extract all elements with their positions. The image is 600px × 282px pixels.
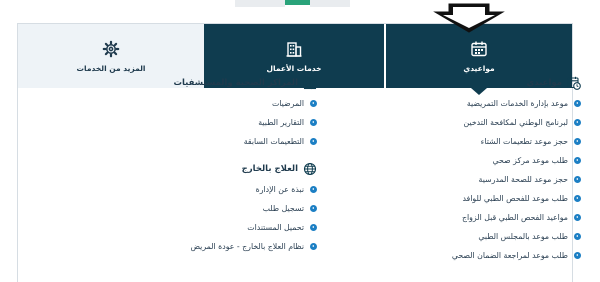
list-item[interactable]: لبرنامج الوطني لمكافحة التدخين [351, 113, 581, 132]
health-centers-list: المرضيات التقارير الطبية التطعيمات الساب… [87, 94, 317, 151]
list-item-label: نبذة عن الإدارة [255, 185, 304, 194]
tab-label: المزيد من الخدمات [76, 63, 146, 73]
chevron-icon [310, 186, 317, 193]
tab-label: خدمات الأعمال [266, 63, 322, 73]
building-icon [286, 41, 302, 57]
list-item[interactable]: تحميل المستندات [87, 218, 317, 237]
section-title: العلاج بالخارج [87, 161, 317, 177]
list-item-label: تحميل المستندات [247, 223, 304, 232]
list-item[interactable]: تسجيل طلب [87, 199, 317, 218]
chevron-icon [310, 119, 317, 126]
calendar-clock-icon [567, 76, 581, 90]
list-item-label: المرضيات [271, 99, 304, 108]
abroad-list: نبذة عن الإدارة تسجيل طلب تحميل المستندا… [87, 180, 317, 256]
chevron-icon [310, 138, 317, 145]
section-title: المراكز الصحية والمستشفيات [87, 75, 317, 91]
chevron-icon [574, 119, 581, 126]
list-item-label: تسجيل طلب [262, 204, 304, 213]
list-item[interactable]: حجز موعد للصحة المدرسية [351, 170, 581, 189]
list-item[interactable]: المرضيات [87, 94, 317, 113]
list-item-label: التطعيمات السابقة [243, 137, 304, 146]
section-title-text: العلاج بالخارج [241, 164, 298, 174]
chevron-icon [310, 224, 317, 231]
section-title-text: المراكز الصحية والمستشفيات [173, 78, 298, 88]
health-services-section: المراكز الصحية والمستشفيات المرضيات التق… [87, 75, 317, 256]
list-item-label: مواعيد الفحص الطبي قبل الزواج [461, 213, 568, 222]
list-item[interactable]: موعد بإدارة الخدمات التمريضية [351, 94, 581, 113]
chevron-icon [574, 252, 581, 259]
list-item[interactable]: طلب موعد للفحص الطبي للوافد [351, 189, 581, 208]
list-item-label: التقارير الطبية [258, 118, 304, 127]
list-item-label: نظام العلاج بالخارج - عودة المريض [190, 242, 304, 251]
list-item-label: موعد بإدارة الخدمات التمريضية [466, 99, 568, 108]
down-arrow-icon [433, 3, 505, 33]
appointments-section: مواعيدي موعد بإدارة الخدمات التمريضية لب… [351, 75, 581, 265]
list-item[interactable]: حجز موعد تطعيمات الشتاء [351, 132, 581, 151]
gear-icon [102, 40, 120, 57]
chevron-icon [574, 176, 581, 183]
list-item-label: حجز موعد للصحة المدرسية [478, 175, 568, 184]
list-item[interactable]: طلب موعد مركز صحي [351, 151, 581, 170]
list-item-label: طلب موعد للفحص الطبي للوافد [462, 194, 568, 203]
tab-label: مواعيدي [463, 63, 495, 73]
chevron-icon [574, 233, 581, 240]
list-item[interactable]: التطعيمات السابقة [87, 132, 317, 151]
list-item[interactable]: التقارير الطبية [87, 113, 317, 132]
list-item-label: حجز موعد تطعيمات الشتاء [480, 137, 568, 146]
chevron-icon [574, 138, 581, 145]
globe-icon [303, 162, 317, 176]
chevron-icon [310, 205, 317, 212]
list-item-label: لبرنامج الوطني لمكافحة التدخين [463, 118, 568, 127]
list-item-label: طلب موعد بالمجلس الطبي [478, 232, 568, 241]
chevron-icon [574, 195, 581, 202]
list-item-label: طلب موعد لمراجعة الضمان الصحي [451, 251, 568, 260]
list-item[interactable]: طلب موعد بالمجلس الطبي [351, 227, 581, 246]
appointments-list: موعد بإدارة الخدمات التمريضية لبرنامج ال… [351, 94, 581, 265]
list-item[interactable]: نبذة عن الإدارة [87, 180, 317, 199]
chevron-icon [574, 214, 581, 221]
hospital-icon [303, 77, 317, 90]
chevron-icon [574, 157, 581, 164]
list-item[interactable]: مواعيد الفحص الطبي قبل الزواج [351, 208, 581, 227]
list-item-label: طلب موعد مركز صحي [492, 156, 568, 165]
list-item[interactable]: نظام العلاج بالخارج - عودة المريض [87, 237, 317, 256]
calendar-icon [471, 41, 487, 56]
section-title-text: مواعيدي [526, 78, 562, 88]
list-item[interactable]: طلب موعد لمراجعة الضمان الصحي [351, 246, 581, 265]
chevron-icon [310, 243, 317, 250]
chevron-icon [574, 100, 581, 107]
section-title: مواعيدي [351, 75, 581, 91]
chevron-icon [310, 100, 317, 107]
